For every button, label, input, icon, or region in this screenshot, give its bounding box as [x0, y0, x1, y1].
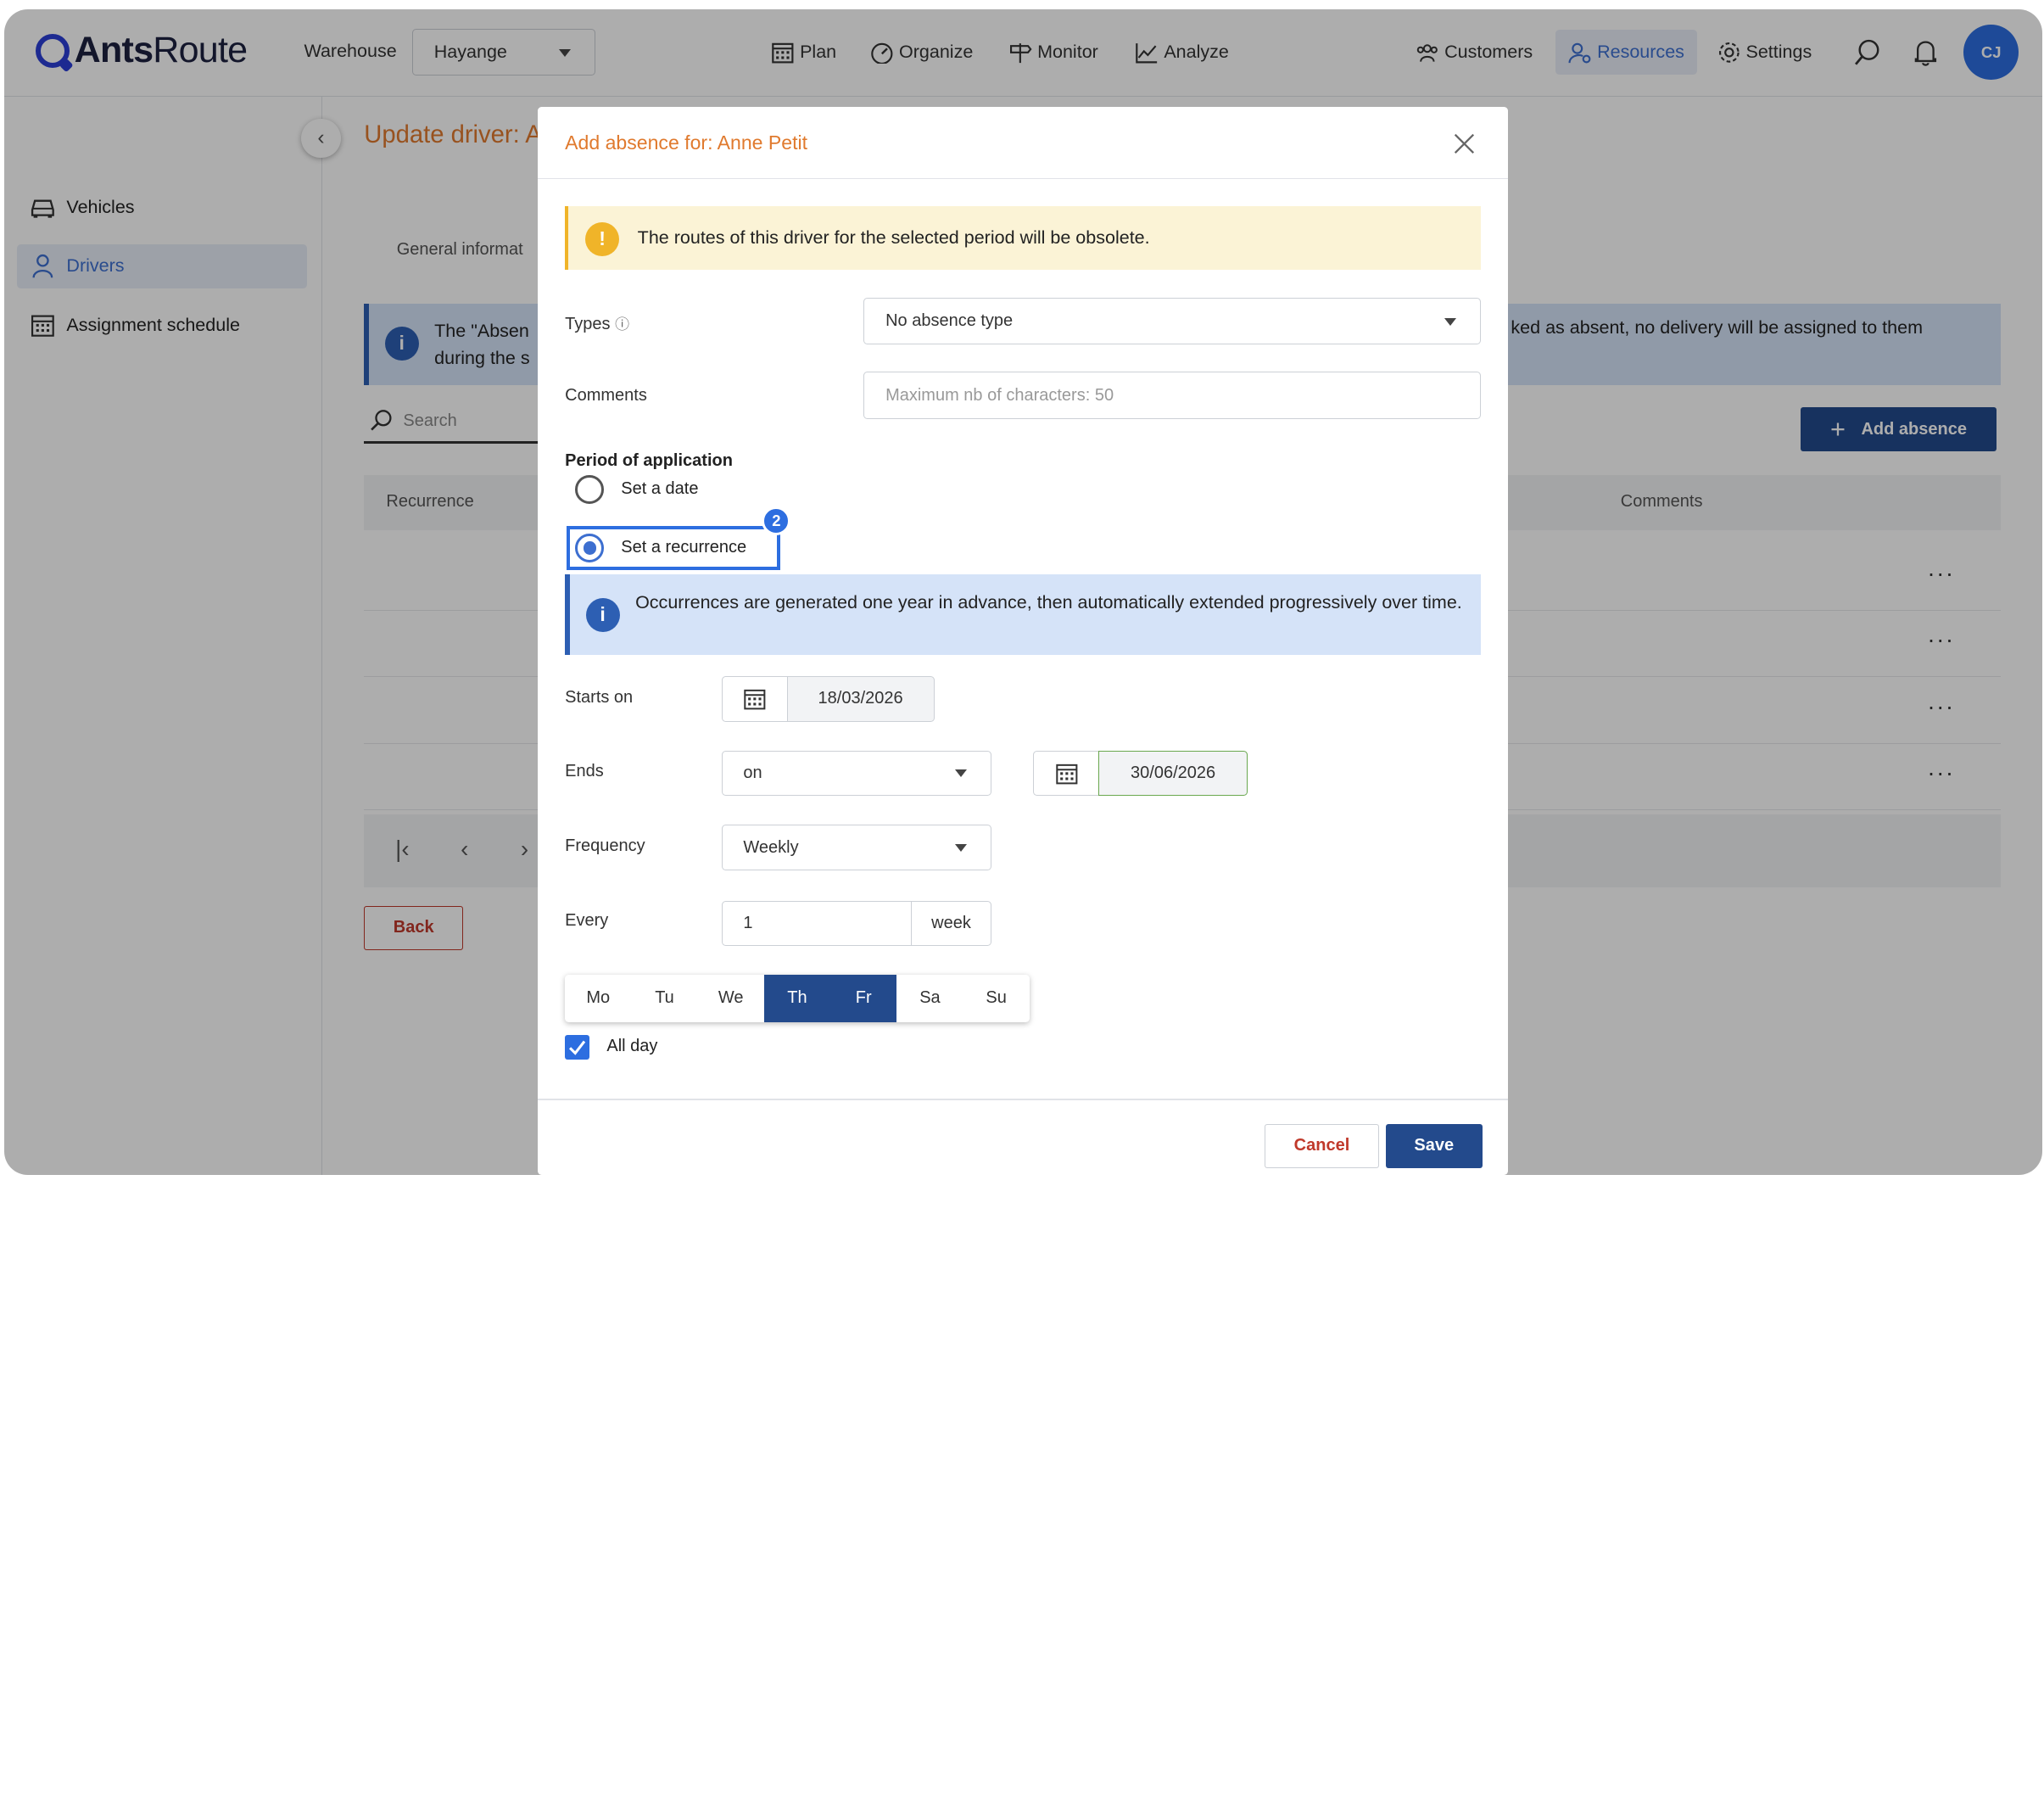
ends-calendar-button[interactable]	[1033, 750, 1099, 797]
set-date-radio[interactable]	[575, 474, 605, 504]
day-wednesday[interactable]: We	[698, 975, 764, 1021]
step-badge: 2	[762, 506, 791, 535]
types-select[interactable]: No absence type	[863, 297, 1482, 345]
types-value: No absence type	[885, 310, 1014, 330]
starts-on-label: Starts on	[565, 687, 634, 707]
types-label: Types ⓘ	[565, 312, 629, 334]
checkmark-icon	[569, 1040, 586, 1055]
warning-icon: !	[585, 221, 620, 256]
ends-on-date[interactable]: 30/06/2026	[1098, 750, 1248, 797]
info-icon: i	[585, 597, 620, 632]
all-day-label[interactable]: All day	[606, 1037, 657, 1056]
comments-field[interactable]: Maximum nb of characters: 50	[863, 372, 1482, 419]
close-icon[interactable]	[1449, 128, 1480, 159]
comments-label: Comments	[565, 386, 647, 406]
every-unit: week	[910, 900, 992, 947]
warning-banner: ! The routes of this driver for the sele…	[565, 206, 1482, 271]
every-value: 1	[743, 913, 753, 932]
chevron-down-icon	[954, 769, 967, 777]
warning-text: The routes of this driver for the select…	[637, 227, 1150, 248]
modal-header: Add absence for: Anne Petit	[537, 107, 1509, 179]
cancel-button[interactable]: Cancel	[1264, 1123, 1380, 1168]
ends-label: Ends	[565, 762, 604, 781]
calendar-icon	[744, 689, 766, 710]
day-friday[interactable]: Fr	[830, 975, 897, 1022]
day-thursday[interactable]: Th	[763, 975, 831, 1022]
day-sunday[interactable]: Su	[963, 975, 1030, 1021]
all-day-checkbox[interactable]	[565, 1035, 590, 1060]
every-input[interactable]: 1	[721, 900, 913, 947]
chevron-down-icon	[954, 843, 967, 852]
modal-title: Add absence for: Anne Petit	[565, 131, 808, 154]
calendar-icon	[1055, 764, 1077, 785]
info-circle-icon: ⓘ	[615, 316, 629, 333]
frequency-select[interactable]: Weekly	[721, 825, 992, 871]
add-absence-modal: Add absence for: Anne Petit ! The routes…	[537, 107, 1509, 1175]
period-of-application-heading: Period of application	[565, 451, 733, 471]
day-monday[interactable]: Mo	[565, 975, 631, 1021]
frequency-value: Weekly	[743, 837, 799, 857]
set-recurrence-label[interactable]: Set a recurrence	[621, 538, 746, 557]
ends-mode-select[interactable]: on	[721, 750, 992, 797]
starts-on-date[interactable]: 18/03/2026	[786, 675, 935, 722]
app-window: Ants Route Warehouse Hayange Plan Organiz…	[3, 8, 2042, 1175]
chevron-down-icon	[1444, 317, 1456, 326]
set-date-label[interactable]: Set a date	[621, 479, 698, 499]
save-button[interactable]: Save	[1385, 1123, 1483, 1168]
comments-placeholder: Maximum nb of characters: 50	[885, 385, 1114, 405]
every-label: Every	[565, 910, 609, 930]
starts-calendar-button[interactable]	[721, 675, 787, 722]
occurrences-info-banner: i Occurrences are generated one year in …	[565, 573, 1482, 656]
day-saturday[interactable]: Sa	[896, 975, 963, 1021]
ends-mode-value: on	[743, 764, 762, 783]
day-tuesday[interactable]: Tu	[631, 975, 697, 1021]
weekday-selector: Mo Tu We Th Fr Sa Su	[565, 975, 1030, 1022]
modal-footer-divider	[537, 1099, 1509, 1100]
occurrences-info-text: Occurrences are generated one year in ad…	[635, 591, 1462, 613]
frequency-label: Frequency	[565, 836, 645, 856]
types-label-text: Types	[565, 314, 611, 333]
